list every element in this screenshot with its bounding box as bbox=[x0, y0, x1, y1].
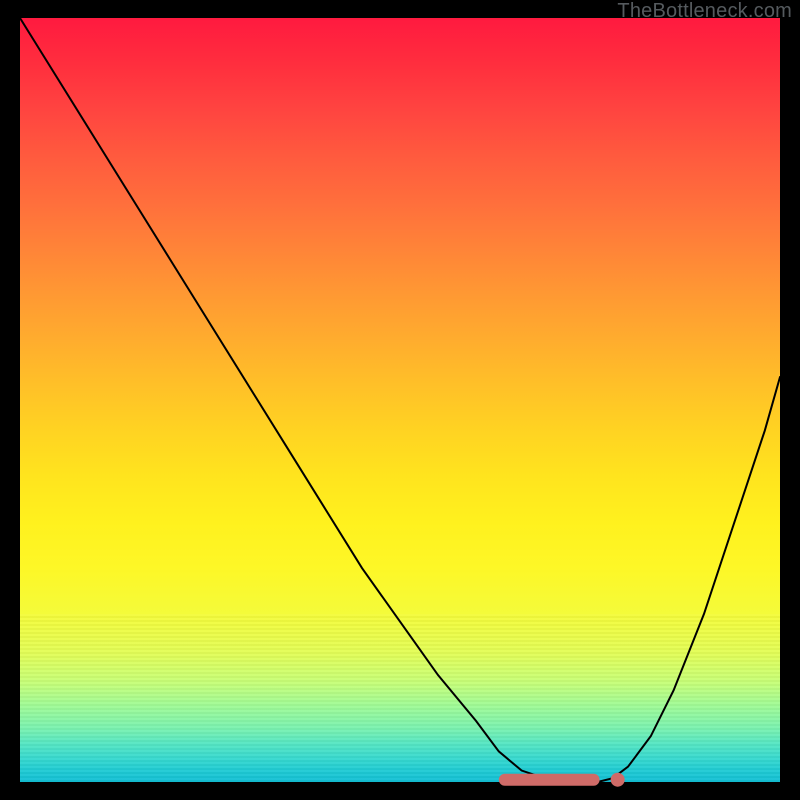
bottleneck-curve bbox=[20, 18, 780, 782]
watermark-text: TheBottleneck.com bbox=[617, 0, 792, 22]
plot-area bbox=[20, 18, 780, 782]
chart-frame: TheBottleneck.com bbox=[0, 0, 800, 800]
curve-svg bbox=[20, 18, 780, 782]
